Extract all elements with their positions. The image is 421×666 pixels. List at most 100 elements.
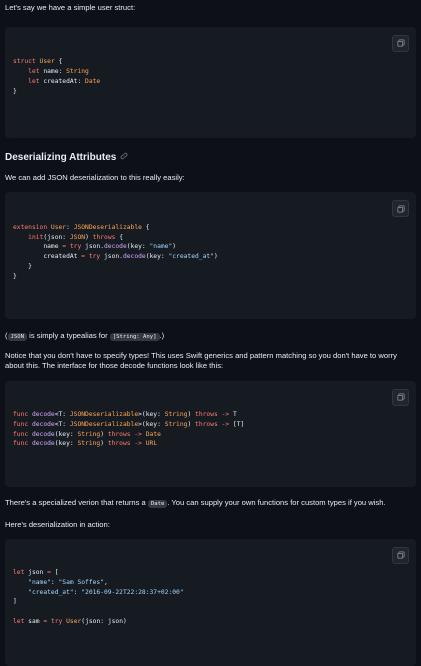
code-line: let name: String <box>13 67 408 77</box>
code-token: } <box>13 262 32 270</box>
code-lines: struct User { let name: String let creat… <box>13 57 408 96</box>
code-token: ) <box>100 440 108 448</box>
code-token: decode <box>31 430 55 438</box>
code-token: , <box>104 578 108 586</box>
code-line: } <box>13 262 408 272</box>
copy-button[interactable] <box>392 546 409 564</box>
code-token: decode <box>31 440 55 448</box>
copy-button[interactable] <box>392 388 409 406</box>
code-token: ) <box>85 233 93 241</box>
code-line: extension User: JSONDeserializable { <box>13 223 408 233</box>
code-line: } <box>13 87 408 97</box>
code-token: name <box>13 243 63 251</box>
code-token: Date <box>145 430 161 438</box>
code-token: struct <box>13 58 36 66</box>
paragraph-2: (JSON is simply a typealias for [String:… <box>5 330 165 341</box>
copy-button[interactable] <box>392 34 409 52</box>
intro-text: Let's say we have a simple user struct: <box>5 3 136 12</box>
code-line: let sam = try User(json: json) <box>13 617 408 627</box>
code-token: createdAt <box>13 253 82 261</box>
code-line: name = try json.decode(key: "name") <box>13 242 408 252</box>
code-line: let createdAt: Date <box>13 77 408 87</box>
code-token: decode <box>104 243 127 251</box>
code-token: let <box>28 68 40 76</box>
code-token: (json: json) <box>81 617 127 625</box>
code-block-user-struct: struct User { let name: String let creat… <box>5 26 416 138</box>
code-line <box>13 607 408 617</box>
code-token: ] <box>13 598 17 606</box>
copy-button[interactable] <box>392 200 409 218</box>
code-line: "created_at": "2016-09-22T22:28:37+02:00… <box>13 588 408 598</box>
inline-code: JSON <box>7 332 28 341</box>
code-token: } <box>13 87 17 95</box>
code-token: JSON <box>69 233 86 241</box>
code-line: func decode<T: JSONDeserializable>(key: … <box>13 420 408 430</box>
paragraph-4: There's a specialized verion that return… <box>5 498 386 509</box>
code-token: : <box>73 588 82 596</box>
code-token: (key: <box>54 440 78 448</box>
code-token: String <box>66 68 89 76</box>
code-token: : <box>50 578 59 586</box>
code-line: ] <box>13 597 408 607</box>
code-token: try <box>88 253 101 261</box>
code-token: >(key: <box>138 420 165 428</box>
code-token: ) <box>100 430 108 438</box>
heading-text: Deserializing Attributes <box>5 151 117 163</box>
code-line: init(json: JSON) throws { <box>13 233 408 243</box>
code-token: func <box>13 430 29 438</box>
code-token: -> <box>134 430 142 438</box>
code-token: throws <box>195 411 218 419</box>
code-token: "Sam Soffes" <box>58 578 105 586</box>
code-token: json <box>24 569 48 577</box>
copy-icon <box>397 39 404 47</box>
code-line: "name": "Sam Soffes", <box>13 578 408 588</box>
code-line: func decode(key: String) throws -> URL <box>13 439 408 449</box>
code-token: let <box>13 569 25 577</box>
code-token: ) <box>172 243 177 251</box>
code-lines: let json = [ "name": "Sam Soffes", "crea… <box>13 568 408 627</box>
code-token: sam <box>24 617 44 625</box>
code-token: -> <box>134 440 142 448</box>
code-token: try <box>50 617 63 625</box>
code-token: String <box>77 440 101 448</box>
code-token: try <box>69 243 82 251</box>
code-token: "created_at" <box>28 588 74 596</box>
code-token: { <box>115 233 123 241</box>
heading-anchor-link[interactable] <box>120 151 128 164</box>
code-token: User <box>66 617 82 625</box>
link-icon <box>120 152 128 159</box>
code-token: json. <box>100 253 123 261</box>
code-token: { <box>54 58 63 66</box>
code-token: (key: <box>126 243 150 251</box>
code-token: throws <box>195 420 218 428</box>
code-token: JSONDeserializable <box>73 223 142 231</box>
code-token: [T] <box>229 420 245 428</box>
code-token: "name" <box>149 243 173 251</box>
code-token: String <box>164 420 188 428</box>
code-line: func decode(key: String) throws -> Date <box>13 430 408 440</box>
code-lines: func decode<T: JSONDeserializable>(key: … <box>13 410 408 449</box>
code-token: throws <box>92 233 116 241</box>
code-token: decode <box>31 420 55 428</box>
code-token: (key: <box>54 430 78 438</box>
code-token: JSONDeserializable <box>69 411 139 419</box>
code-token: <T: <box>54 411 70 419</box>
code-token: func <box>13 411 29 419</box>
code-token: User <box>50 223 67 231</box>
code-token: ) <box>187 411 196 419</box>
paragraph-5: Here's deserialization in action: <box>5 519 110 529</box>
code-token: let <box>28 77 40 85</box>
code-block-extension: extension User: JSONDeserializable { ini… <box>5 192 416 319</box>
code-token: T <box>229 411 237 419</box>
inline-code: Date <box>147 500 168 509</box>
code-token: createdAt: <box>39 77 86 85</box>
code-token: "2016-09-22T22:28:37+02:00" <box>81 588 184 596</box>
code-token: extension <box>13 223 48 231</box>
code-line: createdAt = try json.decode(key: "create… <box>13 252 408 262</box>
